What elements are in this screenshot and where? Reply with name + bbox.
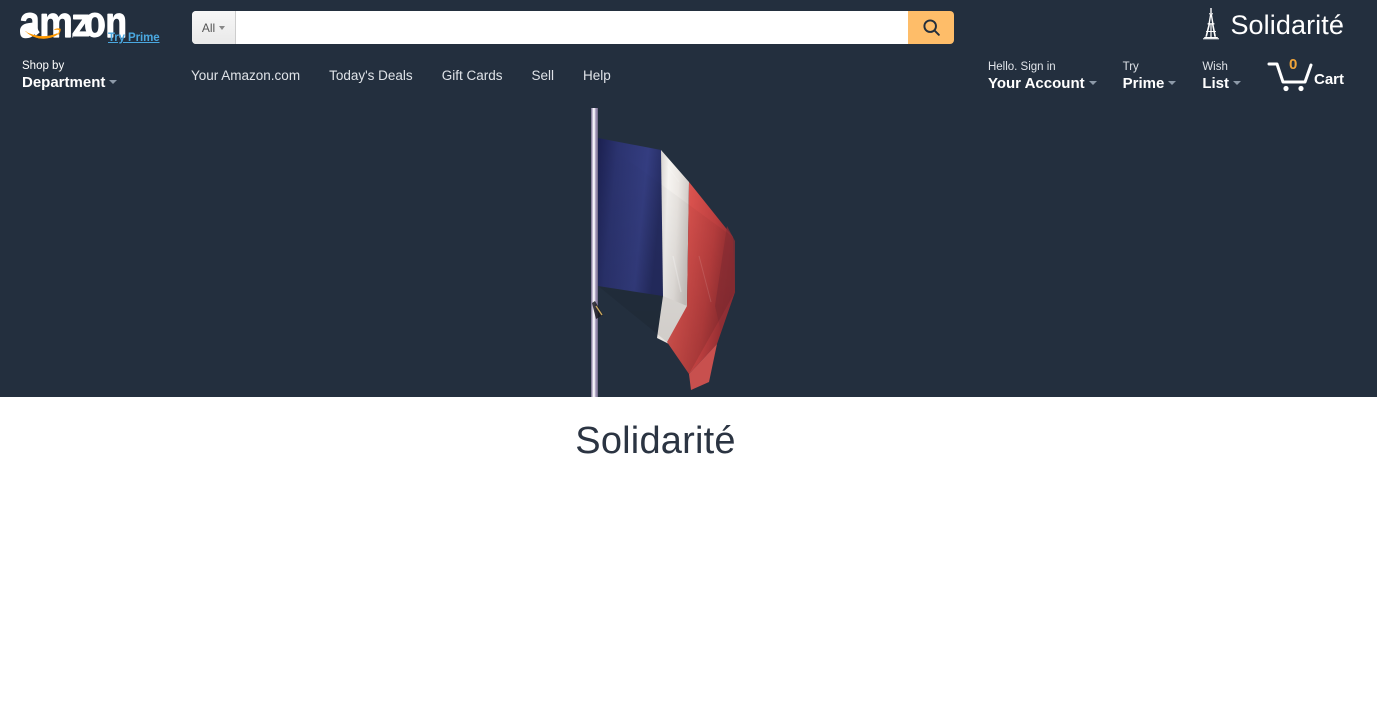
cart-label: Cart <box>1313 71 1344 88</box>
your-account-menu[interactable]: Hello. Sign in Your Account <box>988 56 1097 93</box>
solidarite-brand-label: Solidarité <box>1230 10 1344 40</box>
search-input[interactable] <box>236 11 908 44</box>
chevron-down-icon <box>109 79 118 84</box>
header-top-row: Try Prime All Solidarité <box>0 0 1377 56</box>
eiffel-tower-icon <box>1203 8 1220 40</box>
search-bar: All <box>192 11 954 44</box>
french-flag-image <box>590 108 735 397</box>
try-prime-line1: Try <box>1122 61 1139 73</box>
your-account-greeting: Hello. Sign in <box>987 61 1056 73</box>
try-prime-menu[interactable]: Try Prime <box>1123 56 1177 93</box>
chevron-down-icon <box>1168 80 1177 85</box>
wish-list-menu[interactable]: Wish List <box>1202 56 1241 93</box>
solidarite-brand-link[interactable]: Solidarité <box>1201 8 1344 42</box>
primary-nav: Your Amazon.com Today's Deals Gift Cards… <box>191 67 611 84</box>
site-header: Try Prime All Solidarité Shop by Departm… <box>0 0 1377 106</box>
search-scope-dropdown[interactable]: All <box>192 11 236 44</box>
shop-by-department-line1: Shop by <box>22 60 65 72</box>
header-bottom-row: Shop by Department Your Amazon.com Today… <box>0 56 1377 106</box>
nav-link-todays-deals[interactable]: Today's Deals <box>329 67 413 84</box>
wish-list-line1: Wish <box>1202 61 1228 73</box>
search-submit-button[interactable] <box>908 11 954 44</box>
wish-list-label: List <box>1202 75 1229 92</box>
nav-link-help[interactable]: Help <box>583 67 611 84</box>
search-scope-label: All <box>201 20 216 35</box>
chevron-down-icon <box>1088 80 1097 85</box>
chevron-down-icon <box>1232 80 1241 85</box>
account-nav-group: Hello. Sign in Your Account Try Prime Wi… <box>988 56 1344 94</box>
shop-by-department-line2: Department <box>22 74 106 91</box>
main-content: Solidarité <box>0 397 1377 728</box>
amazon-logo-link[interactable]: Try Prime <box>20 4 180 52</box>
cart-icon-container: 0 <box>1267 56 1313 94</box>
nav-link-your-amazon[interactable]: Your Amazon.com <box>191 67 300 84</box>
cart-link[interactable]: 0 Cart <box>1267 56 1344 94</box>
search-icon <box>922 19 940 36</box>
nav-link-gift-cards[interactable]: Gift Cards <box>442 67 503 84</box>
try-prime-link-label[interactable]: Try Prime <box>108 32 160 44</box>
try-prime-label: Prime <box>1122 75 1165 92</box>
page-title: Solidarité <box>575 420 736 462</box>
nav-link-sell[interactable]: Sell <box>531 67 554 84</box>
cart-item-count: 0 <box>1288 56 1298 73</box>
shop-by-department-menu[interactable]: Shop by Department <box>22 59 118 92</box>
chevron-down-icon <box>219 26 226 30</box>
your-account-label: Your Account <box>987 75 1085 92</box>
hero-banner <box>0 106 1377 397</box>
